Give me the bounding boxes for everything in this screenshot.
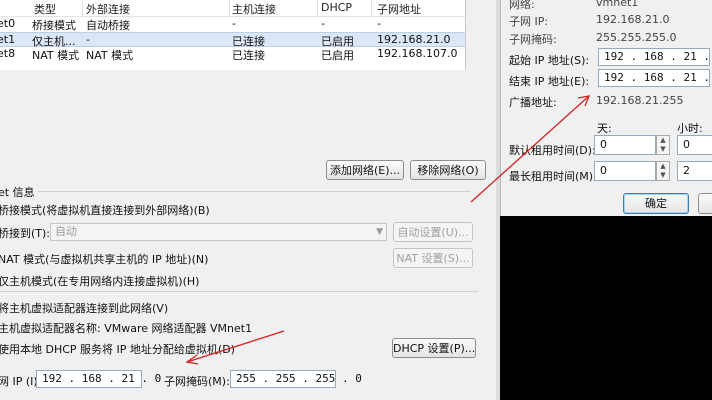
arrow-to-subnet-ip <box>185 330 285 365</box>
annotation-arrows <box>185 95 591 365</box>
arrow-to-end-ip <box>470 95 591 203</box>
